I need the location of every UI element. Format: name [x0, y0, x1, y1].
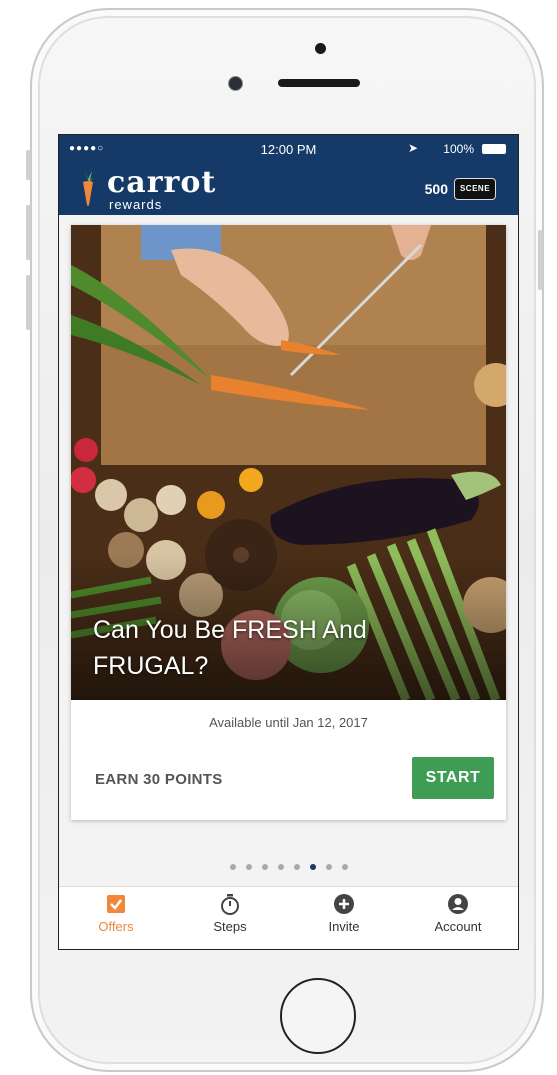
- pagination-dot[interactable]: [245, 864, 252, 870]
- stopwatch-icon: [221, 894, 239, 915]
- proximity-sensor: [228, 76, 243, 91]
- account-circle-icon: [448, 894, 468, 914]
- offer-card[interactable]: Can You Be FRESH And FRUGAL? Available u…: [71, 225, 506, 820]
- pagination-dot[interactable]: [309, 864, 316, 870]
- brand-name: carrot: [107, 165, 217, 200]
- front-camera: [315, 43, 326, 54]
- earn-points-label: EARN 30 POINTS: [95, 771, 223, 788]
- offer-hero-image: Can You Be FRESH And FRUGAL?: [71, 225, 506, 700]
- pagination-dot[interactable]: [341, 864, 348, 870]
- battery-percent: 100%: [443, 142, 474, 156]
- mute-switch: [26, 150, 31, 180]
- tab-offers[interactable]: Offers: [71, 893, 161, 934]
- pagination-dot[interactable]: [277, 864, 284, 870]
- availability-text: Available until Jan 12, 2017: [209, 715, 368, 730]
- home-button[interactable]: [280, 978, 356, 1054]
- tab-steps-label: Steps: [213, 919, 247, 934]
- app-screen: ●●●●○ 12:00 PM ➤ 100% carrot rewards 500…: [58, 134, 519, 950]
- power-button: [538, 230, 543, 290]
- earpiece-speaker: [278, 79, 360, 87]
- offer-title: Can You Be FRESH And FRUGAL?: [93, 616, 367, 680]
- pagination-dot[interactable]: [325, 864, 332, 870]
- carrot-logo-icon: [83, 171, 93, 206]
- tab-account[interactable]: Account: [413, 893, 503, 934]
- pagination-dot[interactable]: [229, 864, 236, 870]
- tab-offers-label: Offers: [98, 919, 134, 934]
- tab-steps[interactable]: Steps: [185, 893, 275, 934]
- tab-account-label: Account: [434, 919, 482, 934]
- bottom-tab-bar: Offers Steps Invite Account: [59, 886, 518, 949]
- scene-logo-badge[interactable]: SCENE: [454, 178, 496, 200]
- plus-circle-icon: [334, 894, 354, 914]
- tab-invite[interactable]: Invite: [299, 893, 389, 934]
- pagination-dot[interactable]: [261, 864, 268, 870]
- check-box-icon: [107, 895, 125, 913]
- brand-subtitle: rewards: [109, 197, 163, 212]
- points-balance: 500: [424, 181, 448, 197]
- location-icon: ➤: [407, 141, 418, 155]
- status-bar: ●●●●○ 12:00 PM ➤ 100%: [59, 135, 518, 163]
- tab-invite-label: Invite: [328, 919, 360, 934]
- start-button[interactable]: START: [412, 757, 494, 799]
- volume-down-button: [26, 275, 31, 330]
- pagination-dot[interactable]: [293, 864, 300, 870]
- app-header: carrot rewards 500 SCENE: [59, 163, 518, 215]
- battery-icon: [482, 144, 506, 154]
- volume-up-button: [26, 205, 31, 260]
- pagination-dots[interactable]: [59, 857, 518, 875]
